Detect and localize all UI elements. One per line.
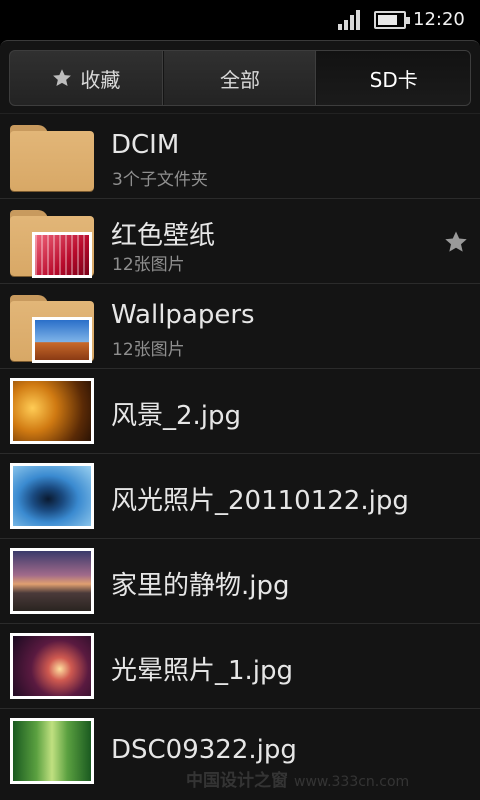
signal-icon	[338, 10, 364, 30]
battery-icon	[374, 11, 410, 29]
tab-all[interactable]: 全部	[164, 51, 318, 105]
image-thumbnail	[10, 718, 94, 784]
watermark-text: 中国设计之窗	[186, 771, 288, 791]
list-item[interactable]: 风光照片_20110122.jpg	[0, 453, 480, 538]
folder-icon	[10, 125, 94, 191]
status-time: 12:20	[413, 9, 465, 30]
item-name: DSC09322.jpg	[111, 735, 297, 765]
item-name: 红色壁纸	[111, 221, 216, 251]
list-item[interactable]: Wallpapers 12张图片	[0, 283, 480, 368]
folder-icon	[10, 295, 94, 363]
item-name: DCIM	[111, 130, 180, 160]
item-name: Wallpapers	[111, 300, 255, 330]
tab-all-label: 全部	[220, 67, 260, 92]
item-subtitle: 3个子文件夹	[112, 170, 208, 190]
item-name: 风景_2.jpg	[111, 401, 242, 431]
item-subtitle: 12张图片	[112, 340, 185, 360]
image-thumbnail	[10, 378, 94, 444]
tab-sd-card[interactable]: SD卡	[317, 51, 470, 105]
list-item[interactable]: 光晕照片_1.jpg	[0, 623, 480, 708]
tab-favorites[interactable]: 收藏	[10, 51, 164, 105]
image-thumbnail	[10, 633, 94, 699]
image-thumbnail	[10, 463, 94, 529]
file-browser-panel: 收藏 全部 SD卡 DCIM 3个子文件夹 红色壁纸 12张图片 Wallpap…	[0, 40, 480, 800]
watermark-url: www.333cn.com	[294, 774, 410, 790]
favorite-star-icon[interactable]	[444, 230, 468, 254]
folder-icon	[10, 210, 94, 278]
watermark: 中国设计之窗 www.333cn.com	[186, 766, 409, 791]
image-thumbnail	[10, 548, 94, 614]
file-list: DCIM 3个子文件夹 红色壁纸 12张图片 Wallpapers 12张图片 …	[0, 113, 480, 793]
list-item[interactable]: 红色壁纸 12张图片	[0, 198, 480, 283]
item-name: 风光照片_20110122.jpg	[111, 486, 409, 516]
item-name: 家里的静物.jpg	[111, 571, 290, 601]
tab-sd-card-label: SD卡	[369, 67, 418, 92]
folder-thumbnail	[32, 232, 92, 278]
tab-favorites-label: 收藏	[80, 67, 121, 92]
status-bar: 12:20	[0, 0, 480, 40]
tab-bar: 收藏 全部 SD卡	[9, 50, 471, 106]
item-subtitle: 12张图片	[112, 255, 185, 275]
folder-thumbnail	[32, 317, 92, 363]
list-item[interactable]: 家里的静物.jpg	[0, 538, 480, 623]
item-name: 光晕照片_1.jpg	[111, 656, 294, 686]
star-icon	[53, 69, 72, 86]
list-item[interactable]: DCIM 3个子文件夹	[0, 113, 480, 198]
list-item[interactable]: 风景_2.jpg	[0, 368, 480, 453]
